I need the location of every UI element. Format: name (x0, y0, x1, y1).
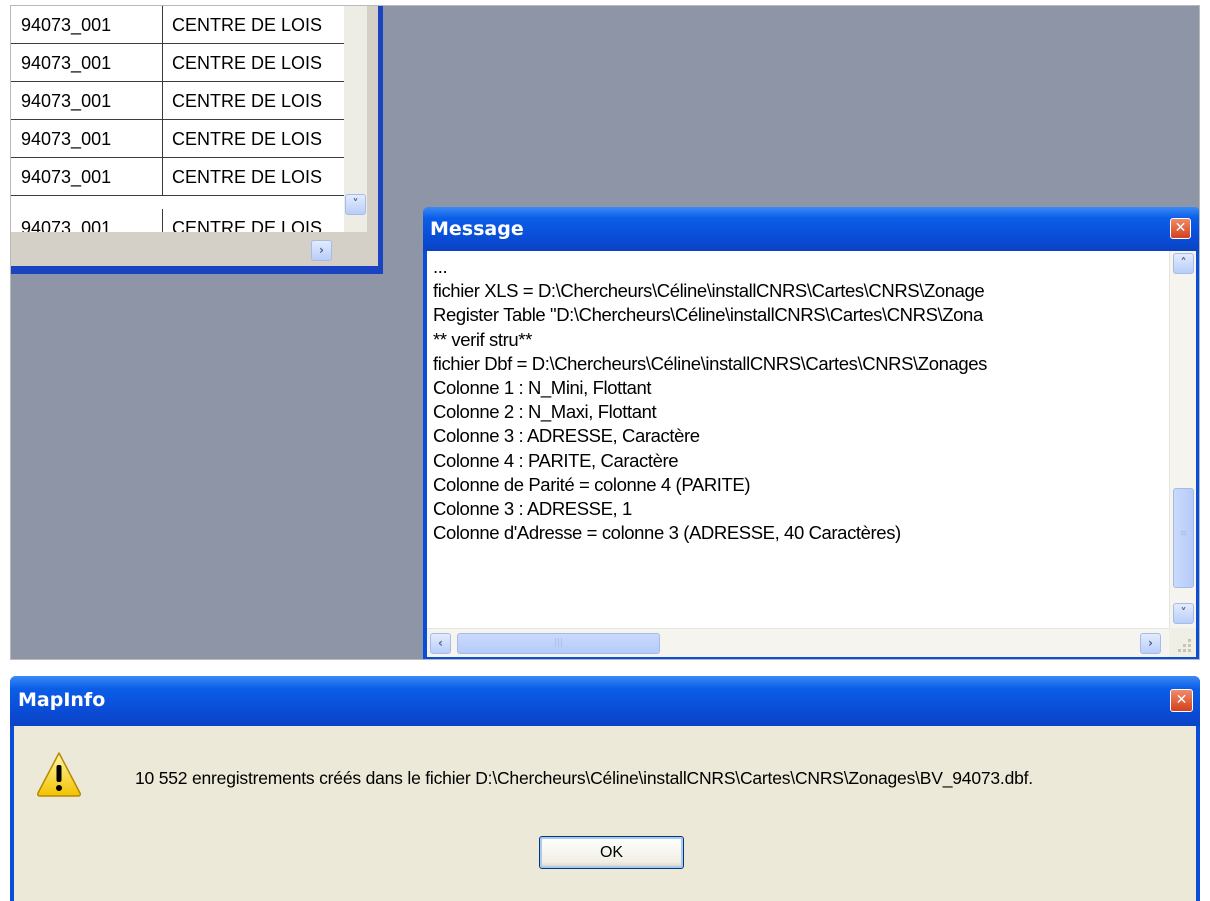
table-cell-code[interactable]: 94073_001 (11, 120, 163, 158)
dialog-message: 10 552 enregistrements créés dans le fic… (135, 768, 1033, 788)
message-log-line: Colonne 2 : N_Maxi, Flottant (433, 401, 657, 423)
table-row[interactable]: 94073_001 CENTRE DE LOIS (11, 82, 344, 120)
browser-client: 94073_001 CENTRE DE LOIS 94073_001 CENTR… (11, 6, 378, 266)
ok-button[interactable]: OK (539, 836, 684, 869)
table-cell-code[interactable]: 94073_001 (11, 82, 163, 120)
table-row[interactable]: 94073_001 CENTRE DE LOIS (11, 196, 344, 247)
table-row[interactable]: 94073_001 CENTRE DE LOIS (11, 6, 344, 44)
message-client: ... fichier XLS = D:\Chercheurs\Céline\i… (427, 251, 1196, 657)
horizontal-scroll-thumb[interactable]: ||| (457, 633, 660, 654)
message-log-line: fichier Dbf = D:\Chercheurs\Céline\insta… (433, 352, 987, 374)
message-window-title: Message (430, 218, 524, 240)
scroll-down-arrow-icon[interactable]: ˅ (1173, 603, 1194, 624)
message-log-line: Register Table "D:\Chercheurs\Céline\ins… (433, 304, 983, 326)
browser-vertical-scrollbar[interactable]: ˅ (344, 6, 367, 249)
table-row[interactable]: 94073_001 CENTRE DE LOIS (11, 158, 344, 196)
grip-icon: ||| (553, 638, 564, 648)
message-horizontal-scrollbar[interactable]: ‹ ||| › (427, 628, 1169, 657)
mapinfo-workspace: 94073_001 CENTRE DE LOIS 94073_001 CENTR… (10, 5, 1200, 660)
table-cell-name[interactable]: CENTRE DE LOIS (163, 44, 344, 82)
message-log-line: Colonne 4 : PARITE, Caractère (433, 449, 679, 471)
scroll-up-arrow-icon[interactable]: ˄ (1173, 253, 1194, 274)
dialog-title: MapInfo (18, 689, 106, 711)
mapinfo-alert-dialog: MapInfo ✕ 10 552 enregistrements créés d… (10, 676, 1200, 901)
browser-window: 94073_001 CENTRE DE LOIS 94073_001 CENTR… (11, 6, 383, 274)
screenshot-root: 94073_001 CENTRE DE LOIS 94073_001 CENTR… (0, 0, 1210, 901)
table-cell-name[interactable]: CENTRE DE LOIS (163, 120, 344, 158)
mapinfo-titlebar[interactable]: MapInfo ✕ (10, 676, 1200, 726)
scroll-left-arrow-icon[interactable]: ‹ (430, 633, 451, 654)
browser-horizontal-scrollbar[interactable]: › (11, 232, 367, 266)
dialog-body: 10 552 enregistrements créés dans le fic… (14, 726, 1196, 901)
table-cell-name[interactable]: CENTRE DE LOIS (163, 6, 344, 44)
browser-grid: 94073_001 CENTRE DE LOIS 94073_001 CENTR… (11, 6, 344, 249)
scroll-down-arrow-icon[interactable]: ˅ (345, 194, 366, 215)
close-icon[interactable]: ✕ (1170, 689, 1193, 712)
scroll-right-arrow-icon[interactable]: › (1140, 633, 1161, 654)
table-cell-name[interactable]: CENTRE DE LOIS (163, 158, 344, 196)
vertical-scroll-thumb[interactable]: ≡ (1173, 488, 1194, 588)
table-row[interactable]: 94073_001 CENTRE DE LOIS (11, 120, 344, 158)
message-vertical-scrollbar[interactable]: ˄ ≡ ˅ (1169, 251, 1196, 628)
message-window: Message ✕ ... fichier XLS = D:\Chercheur… (423, 207, 1199, 659)
resize-grip-icon[interactable] (1169, 628, 1196, 657)
close-icon[interactable]: ✕ (1170, 218, 1191, 239)
table-cell-name[interactable]: CENTRE DE LOIS (163, 82, 344, 120)
message-log-line: Colonne 3 : ADRESSE, Caractère (433, 425, 700, 447)
message-log-line: Colonne 3 : ADRESSE, 1 (433, 498, 632, 520)
table-cell-code[interactable]: 94073_001 (11, 158, 163, 196)
message-log-line: Colonne d'Adresse = colonne 3 (ADRESSE, … (433, 522, 901, 544)
table-cell-code[interactable]: 94073_001 (11, 44, 163, 82)
table-row[interactable]: 94073_001 CENTRE DE LOIS (11, 44, 344, 82)
message-log-line: ** verif stru** (433, 328, 532, 350)
message-log-line: Colonne 1 : N_Mini, Flottant (433, 377, 652, 399)
message-titlebar[interactable]: Message ✕ (423, 207, 1199, 251)
grip-icon: ≡ (1179, 529, 1188, 539)
table-cell-code[interactable]: 94073_001 (11, 6, 163, 44)
scroll-right-arrow-icon[interactable]: › (311, 240, 332, 261)
message-log-line: fichier XLS = D:\Chercheurs\Céline\insta… (433, 280, 985, 302)
message-log-line: Colonne de Parité = colonne 4 (PARITE) (433, 473, 751, 495)
message-log: ... fichier XLS = D:\Chercheurs\Céline\i… (433, 255, 1155, 625)
message-log-line: ... (433, 256, 448, 277)
warning-icon (35, 750, 83, 798)
